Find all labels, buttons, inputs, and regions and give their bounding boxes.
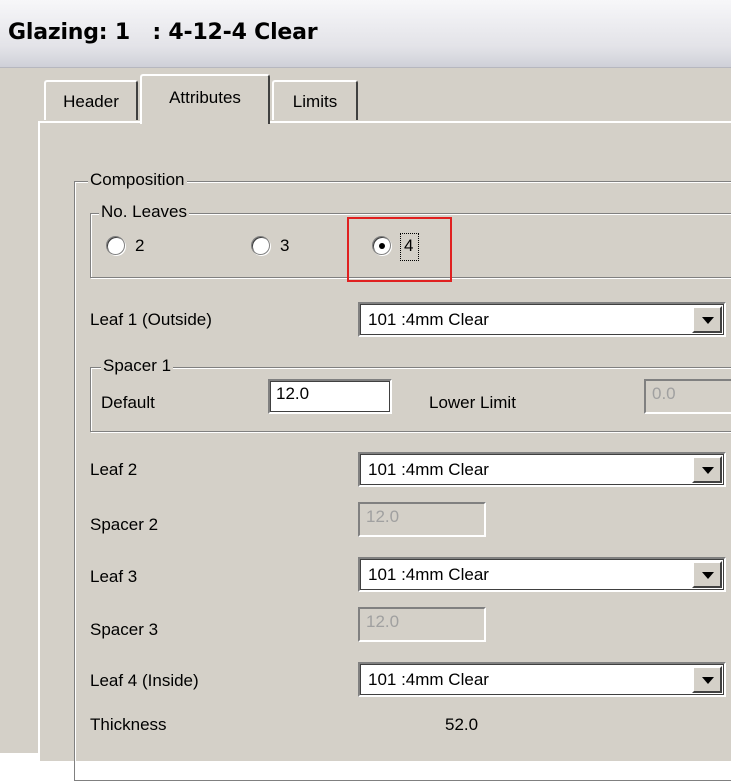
spacer1-lower-limit-label: Lower Limit — [429, 393, 516, 412]
tab-header-label: Header — [63, 92, 119, 111]
tab-limits[interactable]: Limits — [272, 80, 358, 120]
radio-selected-dot — [379, 243, 385, 249]
leaf3-select[interactable]: 101 :4mm Clear — [358, 557, 726, 592]
tab-limits-label: Limits — [292, 92, 338, 111]
tab-header[interactable]: Header — [44, 80, 138, 120]
leaf4-value: 101 :4mm Clear — [368, 670, 489, 689]
radio-leaves-3[interactable] — [251, 236, 270, 255]
composition-legend: Composition — [88, 169, 187, 191]
chevron-down-icon — [702, 677, 714, 684]
leaf1-select[interactable]: 101 :4mm Clear — [358, 302, 726, 337]
leaf1-label: Leaf 1 (Outside) — [90, 310, 212, 329]
leaf2-dropdown-button[interactable] — [692, 456, 722, 483]
radio-leaves-3-label[interactable]: 3 — [280, 235, 289, 257]
chevron-down-icon — [702, 467, 714, 474]
chevron-down-icon — [702, 317, 714, 324]
leaf2-label: Leaf 2 — [90, 460, 138, 479]
tab-attributes[interactable]: Attributes — [140, 74, 270, 124]
window-title: Glazing: 1 : 4-12-4 Clear — [8, 20, 318, 45]
leaf3-dropdown-button[interactable] — [692, 561, 722, 588]
leaf1-value: 101 :4mm Clear — [368, 310, 489, 329]
tab-attributes-label: Attributes — [169, 88, 241, 107]
spacer1-lower-limit-input[interactable]: 0.0 — [644, 379, 731, 414]
leaf2-value: 101 :4mm Clear — [368, 460, 489, 479]
radio-leaves-2[interactable] — [106, 236, 125, 255]
no-leaves-legend: No. Leaves — [99, 201, 189, 223]
spacer1-group — [90, 367, 731, 432]
spacer3-input[interactable]: 12.0 — [358, 607, 486, 642]
radio-leaves-4[interactable] — [372, 236, 391, 255]
leaf3-value: 101 :4mm Clear — [368, 565, 489, 584]
leaf4-label: Leaf 4 (Inside) — [90, 671, 199, 690]
leaf4-select[interactable]: 101 :4mm Clear — [358, 662, 726, 697]
title-bar: Glazing: 1 : 4-12-4 Clear — [0, 0, 731, 68]
radio-leaves-2-label[interactable]: 2 — [135, 235, 144, 257]
spacer1-legend: Spacer 1 — [101, 355, 174, 377]
leaf2-select[interactable]: 101 :4mm Clear — [358, 452, 726, 487]
thickness-value: 52.0 — [445, 715, 479, 734]
leaf1-dropdown-button[interactable] — [692, 306, 722, 333]
spacer2-input[interactable]: 12.0 — [358, 502, 486, 537]
spacer1-default-label: Default — [101, 393, 155, 412]
thickness-label: Thickness — [90, 715, 167, 734]
leaf3-label: Leaf 3 — [90, 567, 138, 586]
spacer2-label: Spacer 2 — [90, 515, 159, 534]
radio-leaves-4-label[interactable]: 4 — [404, 235, 413, 257]
spacer1-default-input[interactable]: 12.0 — [268, 379, 392, 414]
spacer3-label: Spacer 3 — [90, 620, 159, 639]
chevron-down-icon — [702, 572, 714, 579]
leaf4-dropdown-button[interactable] — [692, 666, 722, 693]
